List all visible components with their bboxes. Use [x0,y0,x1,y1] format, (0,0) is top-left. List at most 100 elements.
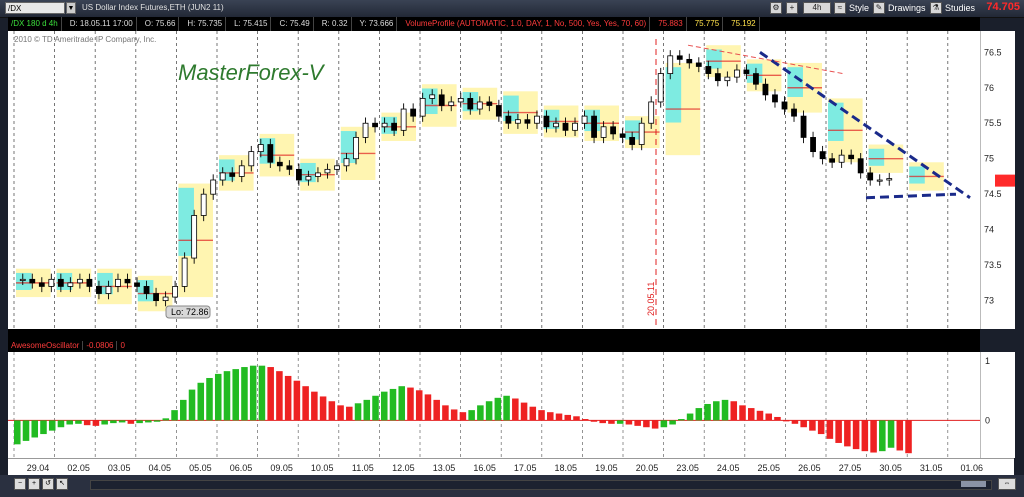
candle-body [591,115,597,138]
osc-bar [293,380,301,421]
oscillator-axis: 10 [980,352,1015,458]
osc-bar [634,420,641,426]
osc-bar [774,416,781,421]
info-high: H: 75.735 [184,17,227,31]
candle-body [257,144,264,153]
scrollbar-thumb[interactable] [961,481,986,487]
osc-bar [284,375,292,421]
osc-bar [162,418,170,421]
copyright-text: 2010 © TD Ameritrade IP Company, Inc. [14,35,156,44]
study-label[interactable]: VolumeProfile (AUTOMATIC, 1.0, DAY, 1, N… [402,17,651,31]
osc-bar [40,420,47,435]
osc-bar [704,403,711,421]
y-tick-label: 74.5 [984,189,1002,199]
candle-body [305,176,312,181]
oscillator-pane[interactable] [8,352,989,458]
candle-body [67,282,74,287]
cursor-icon[interactable]: ↖ [56,478,68,490]
study-val1: 75.883 [655,17,687,31]
time-scrollbar[interactable] [90,480,992,490]
osc-bar [520,402,528,421]
info-y: Y: 73.666 [357,17,398,31]
candle-body [153,293,159,302]
candle-body [600,126,607,138]
osc-bar [22,420,30,441]
candle-body [572,122,578,131]
profile-value-area [625,120,641,140]
studies-button[interactable]: Studies [945,1,975,15]
reset-icon[interactable]: ↺ [42,478,54,490]
chart-window: /DX ▼ US Dollar Index Futures,ETH (JUN2 … [0,0,1024,497]
osc-bar [651,420,659,429]
x-tick-label: 27.05 [839,463,862,473]
osc-bar [424,394,432,421]
pane-separator[interactable] [8,329,980,340]
candle-body [772,94,778,103]
crosshair-icon[interactable]: + [786,2,798,14]
osc-bar [14,420,21,445]
y-tick-label: 73.5 [984,260,1002,270]
y-tick-label: 74 [984,225,994,235]
candle-body [191,215,198,259]
price-chart: 20.05.11 2010 © TD Ameritrade IP Company,… [13,31,989,329]
oscillator-header: AwesomeOscillator -0.0806 0 [8,340,980,352]
osc-bar [354,403,362,421]
x-tick-label: 06.05 [230,463,253,473]
candle-body [124,278,131,284]
candle-body [134,282,140,287]
pencil-icon[interactable]: ✎ [873,2,885,14]
oscillator-name[interactable]: AwesomeOscillator [8,341,84,350]
candle-body [467,98,474,110]
candle-body [238,165,245,177]
expand-icon[interactable]: ⇔ [998,478,1016,490]
zoom-in-icon[interactable]: + [28,478,40,490]
candle-body [476,101,483,110]
candle-body [115,278,121,287]
x-tick-label: 18.05 [555,463,578,473]
candle-body [353,137,359,160]
osc-bar [337,405,344,421]
bottom-bar: − + ↺ ↖ ⇔ [0,475,1024,497]
candle-body [714,73,721,82]
osc-bar [800,420,807,428]
flask-icon[interactable]: ⚗ [930,2,942,14]
symbol-input[interactable]: /DX [5,2,65,14]
osc-bar [101,420,108,425]
osc-bar [765,413,772,421]
candle-body [372,122,378,128]
style-button[interactable]: Style [849,1,869,15]
symbol-dropdown-icon[interactable]: ▼ [66,2,76,14]
osc-bar [529,406,537,421]
style-icon[interactable]: ≈ [834,2,846,14]
osc-bar [145,420,152,423]
info-close: C: 75.49 [276,17,314,31]
candle-body [210,179,217,195]
osc-bar [695,408,703,421]
candle-body [448,101,455,106]
drawings-button[interactable]: Drawings [888,1,926,15]
gear-icon[interactable]: ⚙ [770,2,782,14]
candle-body [229,172,236,177]
candle-body [667,55,674,74]
study-val2: 75.775 [692,17,724,31]
x-tick-label: 24.05 [717,463,740,473]
zoom-out-icon[interactable]: − [14,478,26,490]
candle-body [762,83,769,96]
candle-body [514,119,521,124]
osc-bar [852,420,860,450]
x-tick-label: 31.05 [920,463,943,473]
osc-bar [276,371,283,421]
osc-bar [188,389,196,421]
price-pane[interactable]: 20.05.11 2010 © TD Ameritrade IP Company,… [8,31,989,329]
candle-body [334,165,340,170]
candle-body [276,161,283,167]
osc-bar [608,420,615,424]
candle-body [381,122,388,128]
candle-body [267,144,274,163]
candle-body [48,278,55,287]
info-bar: /DX 180 d 4h D: 18.05.11 17:00 O: 75.66 H: … [8,17,980,31]
osc-bar [153,420,161,422]
candle-body [29,278,36,284]
x-tick-label: 12.05 [392,463,415,473]
timeframe-button[interactable]: 4h [803,2,831,14]
